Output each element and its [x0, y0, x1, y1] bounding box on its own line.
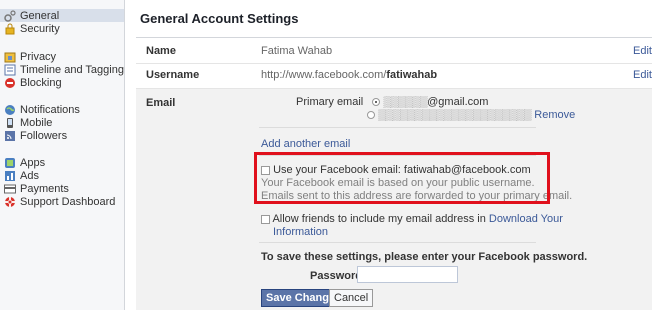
sidebar-item-label: Privacy	[20, 50, 57, 63]
name-edit-link[interactable]: Edit	[633, 45, 652, 57]
sidebar-item-followers[interactable]: Followers	[0, 129, 124, 142]
allow-friends-label[interactable]: Allow friends to include my email addres…	[272, 213, 485, 225]
sidebar-item-label: Timeline and Tagging	[20, 63, 124, 76]
sidebar-item-notifications[interactable]: Notifications	[0, 103, 124, 116]
sidebar-item-general[interactable]: General	[0, 9, 124, 22]
notifications-globe-icon	[4, 104, 16, 116]
security-lock-icon	[4, 23, 16, 35]
allow-friends-checkbox[interactable]	[261, 214, 270, 224]
sidebar-item-security[interactable]: Security	[0, 22, 124, 35]
sidebar-item-label: Support Dashboard	[20, 195, 116, 208]
name-label: Name	[146, 45, 176, 57]
username-row[interactable]: Username http://www.facebook.com/fatiwah…	[136, 64, 652, 88]
download-info-link-part1[interactable]: Download Your	[489, 213, 563, 225]
page-title: General Account Settings	[140, 11, 299, 26]
mobile-icon	[4, 117, 16, 129]
ads-icon	[4, 170, 16, 182]
secondary-email-radio[interactable]	[367, 111, 375, 120]
sidebar-item-label: Security	[20, 22, 60, 35]
sidebar-item-payments[interactable]: Payments	[0, 182, 124, 195]
primary-email-domain: @gmail.com	[427, 96, 489, 108]
settings-sidebar: General Security Privacy Timeline and Ta…	[0, 0, 125, 310]
add-another-email-link[interactable]: Add another email	[261, 138, 350, 150]
sidebar-item-label: General	[20, 9, 60, 22]
apps-icon	[4, 157, 16, 169]
remove-email-link[interactable]: Remove	[534, 109, 575, 121]
name-value: Fatima Wahab	[261, 45, 333, 57]
sidebar-item-label: Apps	[20, 156, 46, 169]
username-url-prefix: http://www.facebook.com/	[261, 69, 387, 81]
allow-friends-option: Allow friends to include my email addres…	[261, 213, 563, 238]
primary-email-radio[interactable]	[372, 98, 381, 107]
sidebar-item-label: Notifications	[20, 103, 80, 116]
sidebar-item-ads[interactable]: Ads	[0, 169, 124, 182]
sidebar-item-blocking[interactable]: Blocking	[0, 76, 124, 89]
sidebar-item-label: Ads	[20, 169, 39, 182]
general-gear-icon	[4, 9, 16, 22]
sidebar-item-label: Followers	[20, 129, 68, 142]
primary-email-label: Primary email	[296, 96, 364, 108]
blocking-icon	[4, 77, 16, 89]
username-edit-link[interactable]: Edit	[633, 69, 652, 81]
password-label: Password	[310, 270, 362, 282]
redacted-email-username: ▒▒▒▒▒▒	[383, 96, 428, 108]
email-divider-1	[259, 127, 536, 128]
download-info-link-part2[interactable]: Information	[273, 226, 328, 238]
timeline-icon	[4, 64, 16, 76]
support-lifebuoy-icon	[4, 196, 16, 208]
sidebar-item-mobile[interactable]: Mobile	[0, 116, 124, 129]
sidebar-item-label: Blocking	[20, 76, 62, 89]
password-input[interactable]	[357, 266, 458, 283]
redacted-secondary-email: ▒▒▒▒▒▒▒▒▒▒▒▒▒▒▒▒▒▒▒▒▒	[378, 109, 532, 121]
save-prompt: To save these settings, please enter you…	[261, 251, 588, 263]
username-handle: fatiwahab	[386, 69, 438, 81]
sidebar-group-account: General Security	[0, 9, 124, 35]
sidebar-group-privacy: Privacy Timeline and Tagging Blocking	[0, 50, 124, 89]
sidebar-item-apps[interactable]: Apps	[0, 156, 124, 169]
followers-rss-icon	[4, 130, 16, 142]
email-divider-3	[259, 242, 536, 243]
privacy-lock-icon	[4, 51, 16, 63]
highlight-annotation-box	[254, 152, 550, 204]
sidebar-item-support-dashboard[interactable]: Support Dashboard	[0, 195, 124, 208]
payments-card-icon	[4, 183, 16, 195]
sidebar-group-notifications: Notifications Mobile Followers	[0, 103, 124, 142]
username-label: Username	[146, 69, 200, 81]
sidebar-item-label: Mobile	[20, 116, 53, 129]
email-label: Email	[146, 97, 176, 109]
sidebar-item-privacy[interactable]: Privacy	[0, 50, 124, 63]
name-row[interactable]: Name Fatima Wahab Edit	[136, 38, 652, 63]
sidebar-item-label: Payments	[20, 182, 69, 195]
username-value: http://www.facebook.com/fatiwahab	[261, 69, 437, 81]
sidebar-group-apps: Apps Ads Payments Support Dashboard	[0, 156, 124, 208]
cancel-button[interactable]: Cancel	[329, 289, 374, 307]
sidebar-item-timeline-and-tagging[interactable]: Timeline and Tagging	[0, 63, 124, 76]
secondary-email-row: ▒▒▒▒▒▒▒▒▒▒▒▒▒▒▒▒▒▒▒▒▒ Remove	[367, 109, 575, 121]
primary-email-row: Primary email ▒▒▒▒▒▒@gmail.com	[296, 96, 488, 108]
